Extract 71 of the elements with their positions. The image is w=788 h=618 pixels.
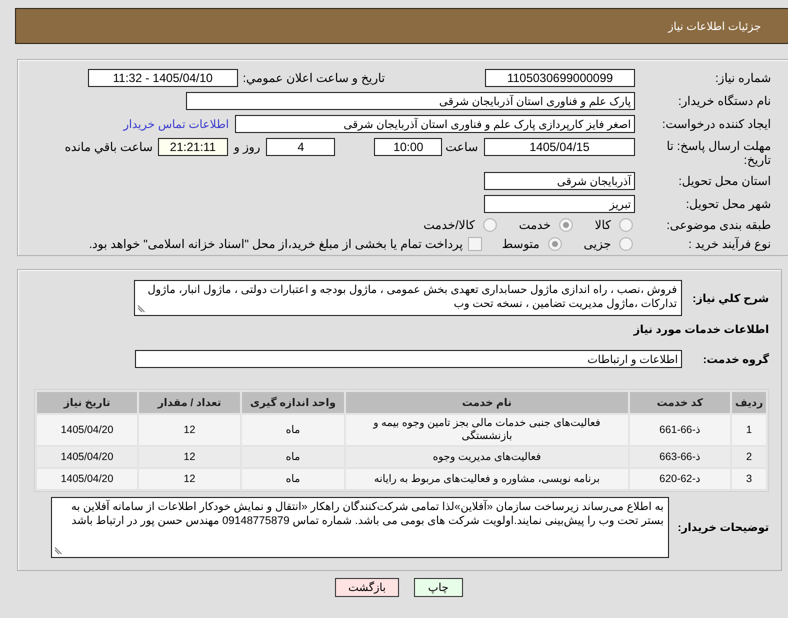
- radio-button[interactable]: [482, 218, 497, 232]
- table-cell: 3: [732, 469, 766, 489]
- table-cell: 12: [139, 447, 240, 467]
- table-cell: 12: [139, 469, 240, 489]
- table-cell: 2: [732, 447, 766, 467]
- requester-field[interactable]: اصغر فایز کارپردازی پارک علم و فناوری استان آذربایجان شرقی: [235, 115, 635, 133]
- column-header: نام خدمت: [346, 392, 628, 413]
- table-cell: برنامه نویسی، مشاوره و فعالیت‌های مربوط به رایانه: [346, 469, 628, 489]
- action-button[interactable]: چاپ: [414, 578, 463, 597]
- field-label: استان محل تحویل:: [678, 174, 771, 188]
- field-label: طبقه بندی موضوعی:: [665, 218, 771, 232]
- checkbox[interactable]: [468, 237, 482, 251]
- delivery-province-field[interactable]: آذربایجان شرقی: [484, 172, 635, 190]
- resize-grip-icon[interactable]: [54, 547, 62, 555]
- column-header: واحد اندازه گیری: [242, 392, 344, 413]
- service-group-field[interactable]: اطلاعات و ارتباطات: [135, 350, 682, 368]
- table-cell: ذ-66-663: [630, 447, 730, 467]
- resize-grip-icon[interactable]: [137, 305, 145, 313]
- column-header: کد خدمت: [630, 392, 730, 413]
- field-label: گروه خدمت:: [702, 352, 769, 366]
- table-cell: ماه: [242, 447, 344, 467]
- radio-button[interactable]: [619, 218, 633, 232]
- field-label: توضیحات خریدار:: [678, 521, 769, 534]
- time-left-field[interactable]: 21:21:11: [158, 138, 228, 156]
- table-cell: ماه: [242, 469, 344, 489]
- field-label: نوع فرآیند خرید :: [687, 237, 771, 251]
- field-label: ساعت باقي مانده: [64, 139, 153, 156]
- field-label: شهر محل تحویل:: [684, 197, 771, 211]
- delivery-city-field[interactable]: تبریز: [484, 195, 635, 213]
- table-cell: 12: [139, 415, 240, 445]
- buyer-organization-field[interactable]: پارک علم و فناوری استان آذربایجان شرقی: [186, 92, 635, 110]
- field-label: نام دستگاه خریدار:: [677, 94, 771, 108]
- table-cell: 1405/04/20: [37, 469, 138, 489]
- deadline-time-field[interactable]: 10:00: [374, 138, 442, 156]
- buyer-contact-link[interactable]: اطلاعات تماس خریدار: [123, 117, 229, 131]
- table-cell: فعالیت‌های جنبی خدمات مالی بجز تامین وجوه بیمه و بازنشستگی: [346, 415, 628, 445]
- radio-button[interactable]: [548, 237, 562, 251]
- field-label: مهلت ارسال پاسخ: تا تاریخ:: [666, 139, 771, 167]
- field-label: شماره نیاز:: [714, 71, 771, 85]
- radio-button[interactable]: [619, 237, 633, 251]
- field-label: ایجاد کننده درخواست:: [661, 117, 771, 131]
- need-number-field[interactable]: 1105030699000099: [485, 69, 635, 87]
- table-cell: د-62-620: [630, 469, 730, 489]
- field-label: روز و: [234, 139, 260, 156]
- field-label: شرح کلي نیاز:: [692, 292, 769, 304]
- buyer-notes-field[interactable]: به اطلاع می‌رساند زیرساخت سازمان «آفلاین»لذا تمامی شرکت‌کنندگان راهکار «انتقال و نمایش خودکار اطلاعات از سامانه آفلاین به بستر تحت وب را پیش‌بینی نمایند.اولویت شرکت های بومی می باشد. شماره تماس 09148775879 مهندس حسن پور در ارتباط باشد: [50, 497, 669, 558]
- field-label: تاریخ و ساعت اعلان عمومي:: [242, 71, 385, 85]
- radio-button[interactable]: [558, 218, 573, 232]
- radio-label: کالا: [594, 218, 611, 232]
- column-header: ردیف: [732, 392, 766, 413]
- days-left-field[interactable]: 4: [266, 138, 336, 156]
- announcement-date-field[interactable]: 1405/04/10 - 11:32: [88, 69, 238, 87]
- column-header: تاریخ نیاز: [37, 392, 138, 413]
- table-cell: ذ-66-661: [630, 415, 730, 445]
- table-cell: فعالیت‌های مدیریت وجوه: [346, 447, 628, 467]
- checkbox-label: پرداخت تمام یا بخشی از مبلغ خرید،از محل "اسناد خزانه اسلامی" خواهد بود.: [88, 237, 463, 251]
- radio-label: متوسط: [502, 237, 540, 251]
- description-field[interactable]: فروش ،نصب ، راه اندازی ماژول حسابداری تعهدی بخش عمومی ، ماژول بودجه و اعتبارات دولتی ، ماژول انبار، ماژول تدارکات ،ماژول مدیریت تضامین ، نسخه تحت وب: [134, 280, 682, 316]
- radio-label: جزیی: [584, 237, 611, 251]
- radio-label: خدمت: [518, 218, 551, 232]
- section-title: اطلاعات خدمات مورد نیاز: [632, 323, 769, 336]
- table-cell: 1405/04/20: [37, 447, 138, 467]
- radio-label: کالا/خدمت: [423, 218, 475, 232]
- table-cell: ماه: [242, 415, 344, 445]
- table-cell: 1405/04/20: [37, 415, 138, 445]
- table-cell: 1: [732, 415, 766, 445]
- field-label: ساعت: [445, 139, 478, 156]
- page-title: جزئیات اطلاعات نیاز: [668, 20, 761, 32]
- column-header: تعداد / مقدار: [139, 392, 240, 413]
- action-button[interactable]: بازگشت: [335, 578, 399, 597]
- deadline-date-field[interactable]: 1405/04/15: [484, 138, 635, 156]
